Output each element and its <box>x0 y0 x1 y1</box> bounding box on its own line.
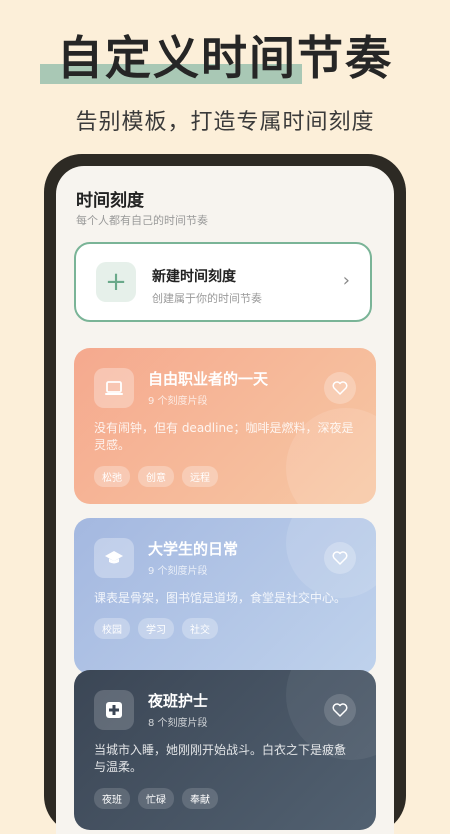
card-title: 自由职业者的一天 <box>148 370 269 388</box>
tag: 夜班 <box>94 788 130 809</box>
tag-list: 夜班 忙碌 奉献 <box>94 788 218 809</box>
tag: 松弛 <box>94 466 130 487</box>
medical-cross-icon <box>94 690 134 730</box>
new-timescale-card[interactable]: + 新建时间刻度 创建属于你的时间节奏 › <box>74 242 372 322</box>
tag: 校园 <box>94 618 130 639</box>
new-card-title: 新建时间刻度 <box>152 269 236 285</box>
phone-frame: 时间刻度 每个人都有自己的时间节奏 + 新建时间刻度 创建属于你的时间节奏 › … <box>44 154 406 834</box>
heart-icon[interactable] <box>324 372 356 404</box>
card-description: 没有闹钟，但有 deadline；咖啡是燃料，深夜是灵感。 <box>94 421 354 452</box>
graduation-cap-icon <box>94 538 134 578</box>
timescale-card-freelancer[interactable]: 自由职业者的一天 9 个刻度片段 没有闹钟，但有 deadline；咖啡是燃料，… <box>74 348 376 504</box>
timescale-card-student[interactable]: 大学生的日常 9 个刻度片段 课表是骨架，图书馆是道场，食堂是社交中心。 校园 … <box>74 518 376 674</box>
card-count: 9 个刻度片段 <box>148 396 208 407</box>
tag: 学习 <box>138 618 174 639</box>
page-subtitle: 每个人都有自己的时间节奏 <box>76 214 208 227</box>
tag-list: 校园 学习 社交 <box>94 618 218 639</box>
app-screen: 时间刻度 每个人都有自己的时间节奏 + 新建时间刻度 创建属于你的时间节奏 › … <box>56 166 394 834</box>
plus-icon: + <box>96 262 136 302</box>
laptop-icon <box>94 368 134 408</box>
card-count: 9 个刻度片段 <box>148 566 208 577</box>
chevron-right-icon: › <box>342 270 350 291</box>
tag: 创意 <box>138 466 174 487</box>
card-title: 大学生的日常 <box>148 540 239 558</box>
tag: 远程 <box>182 466 218 487</box>
heart-icon[interactable] <box>324 542 356 574</box>
card-count: 8 个刻度片段 <box>148 718 208 729</box>
page-title: 时间刻度 <box>76 191 144 211</box>
heart-icon[interactable] <box>324 694 356 726</box>
promo-title: 自定义时间节奏 <box>57 31 393 85</box>
new-card-subtitle: 创建属于你的时间节奏 <box>152 292 262 305</box>
tag: 忙碌 <box>138 788 174 809</box>
card-title: 夜班护士 <box>148 692 209 710</box>
tag: 社交 <box>182 618 218 639</box>
tag: 奉献 <box>182 788 218 809</box>
tag-list: 松弛 创意 远程 <box>94 466 218 487</box>
card-description: 当城市入睡，她刚刚开始战斗。白衣之下是疲惫与温柔。 <box>94 743 347 774</box>
card-description: 课表是骨架，图书馆是道场，食堂是社交中心。 <box>94 591 347 605</box>
promo-subtitle: 告别模板，打造专属时间刻度 <box>75 110 375 135</box>
timescale-card-night-nurse[interactable]: 夜班护士 8 个刻度片段 当城市入睡，她刚刚开始战斗。白衣之下是疲惫与温柔。 夜… <box>74 670 376 830</box>
